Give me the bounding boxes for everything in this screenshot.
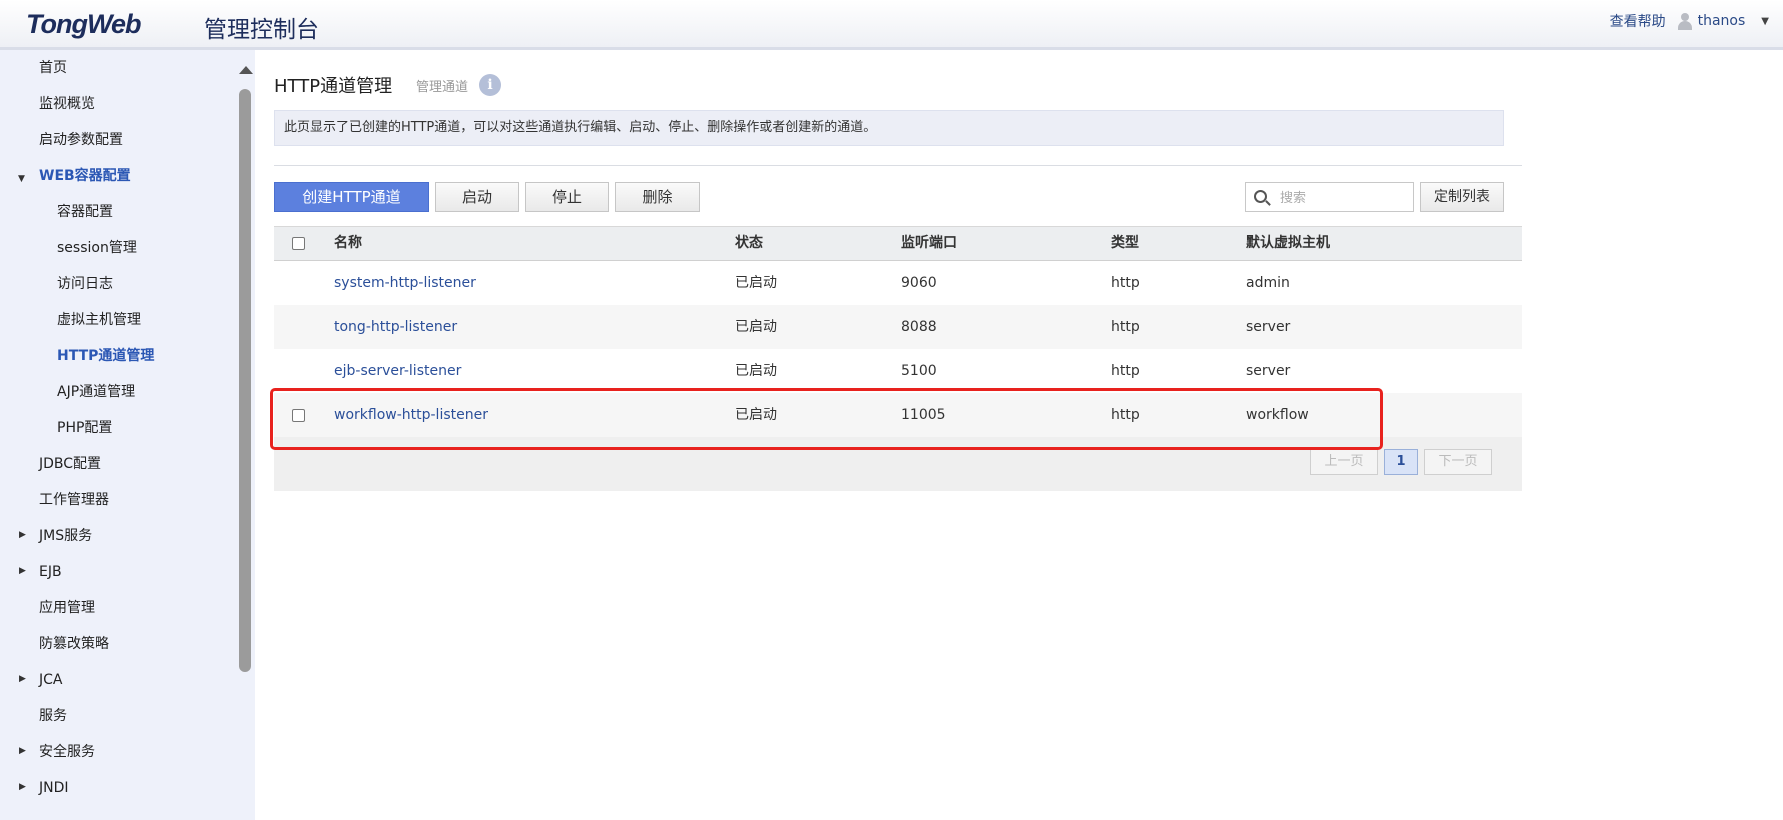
sidebar-item-services[interactable]: 服务 (39, 698, 67, 734)
scrollbar-thumb[interactable] (239, 89, 251, 672)
row-port: 11005 (901, 407, 946, 423)
sidebar-item-virtual-host[interactable]: 虚拟主机管理 (57, 302, 141, 338)
create-http-channel-button[interactable]: 创建HTTP通道 (274, 182, 429, 212)
sidebar-item-home[interactable]: 首页 (39, 50, 67, 86)
row-status: 已启动 (735, 363, 777, 379)
collapsed-arrow-icon[interactable]: ▶ (19, 746, 26, 756)
pagination: 上一页 1 下一页 (274, 437, 1522, 491)
sidebar-item-access-log[interactable]: 访问日志 (57, 266, 113, 302)
row-vhost: server (1246, 363, 1291, 379)
header-name[interactable]: 名称 (334, 227, 362, 260)
row-name-link[interactable]: system-http-listener (334, 261, 476, 305)
stop-button[interactable]: 停止 (525, 182, 609, 212)
table-header: 名称 状态 监听端口 类型 默认虚拟主机 (274, 226, 1522, 261)
row-port: 5100 (901, 363, 937, 379)
row-vhost: admin (1246, 275, 1290, 291)
row-type: http (1111, 319, 1140, 335)
delete-button[interactable]: 删除 (615, 182, 700, 212)
table-row[interactable]: workflow-http-listener 已启动 11005 http wo… (274, 393, 1522, 437)
sidebar-item-session[interactable]: session管理 (57, 230, 137, 266)
sidebar-item-container-config[interactable]: 容器配置 (57, 194, 113, 230)
sidebar-item-jms[interactable]: JMS服务 (39, 518, 92, 554)
app-header: TongWeb 管理控制台 查看帮助 thanos ▼ (0, 0, 1783, 50)
user-icon (1676, 12, 1694, 30)
row-status: 已启动 (735, 407, 777, 423)
row-checkbox[interactable] (292, 409, 305, 422)
sidebar-item-startup-params[interactable]: 启动参数配置 (39, 122, 123, 158)
start-button[interactable]: 启动 (435, 182, 519, 212)
search-icon (1254, 190, 1267, 203)
username: thanos (1697, 13, 1746, 29)
row-type: http (1111, 363, 1140, 379)
user-menu[interactable]: thanos ▼ (1676, 12, 1769, 30)
customize-columns-button[interactable]: 定制列表 (1420, 182, 1504, 212)
header-type[interactable]: 类型 (1111, 227, 1139, 260)
row-name-link[interactable]: ejb-server-listener (334, 349, 461, 393)
table-row[interactable]: system-http-listener 已启动 9060 http admin (274, 261, 1522, 305)
sidebar-item-http-channel[interactable]: HTTP通道管理 (57, 338, 154, 374)
page-subtitle: 管理通道 (416, 80, 469, 95)
expanded-arrow-icon[interactable]: ▼ (18, 174, 25, 184)
sidebar-item-work-manager[interactable]: 工作管理器 (39, 482, 109, 518)
sidebar-item-app-management[interactable]: 应用管理 (39, 590, 95, 626)
sidebar-item-monitor[interactable]: 监视概览 (39, 86, 95, 122)
header-port[interactable]: 监听端口 (901, 227, 957, 260)
sidebar-item-jca[interactable]: JCA (39, 662, 62, 698)
sidebar-item-tamper-policy[interactable]: 防篡改策略 (39, 626, 109, 662)
row-status: 已启动 (735, 319, 777, 335)
collapsed-arrow-icon[interactable]: ▶ (19, 674, 26, 684)
collapsed-arrow-icon[interactable]: ▶ (19, 782, 26, 792)
sidebar-item-security[interactable]: 安全服务 (39, 734, 95, 770)
select-all-checkbox[interactable] (292, 237, 305, 250)
table-row[interactable]: ejb-server-listener 已启动 5100 http server (274, 349, 1522, 393)
header-vhost[interactable]: 默认虚拟主机 (1246, 227, 1330, 260)
http-channel-table: 名称 状态 监听端口 类型 默认虚拟主机 system-http-listene… (274, 226, 1522, 491)
row-type: http (1111, 407, 1140, 423)
sidebar-item-ejb[interactable]: EJB (39, 554, 62, 590)
next-page-button[interactable]: 下一页 (1424, 449, 1492, 475)
app-subtitle: 管理控制台 (204, 17, 319, 43)
search-input[interactable] (1278, 187, 1407, 209)
caret-down-icon[interactable]: ▼ (1761, 16, 1769, 27)
header-status[interactable]: 状态 (735, 227, 763, 260)
sidebar-item-php[interactable]: PHP配置 (57, 410, 112, 446)
header-actions: 查看帮助 thanos ▼ (1610, 11, 1769, 31)
row-name-link[interactable]: tong-http-listener (334, 305, 457, 349)
logo: TongWeb (26, 9, 141, 39)
sidebar-item-jdbc[interactable]: JDBC配置 (39, 446, 101, 482)
table-row[interactable]: tong-http-listener 已启动 8088 http server (274, 305, 1522, 349)
scroll-up-arrow-icon[interactable] (239, 66, 253, 74)
sidebar-nav: 首页 监视概览 启动参数配置 ▼ WEB容器配置 容器配置 session管理 … (0, 50, 233, 820)
row-name-link[interactable]: workflow-http-listener (334, 393, 488, 437)
page-number-button[interactable]: 1 (1384, 449, 1418, 475)
sidebar-item-ajp-channel[interactable]: AJP通道管理 (57, 374, 135, 410)
info-icon[interactable]: i (479, 74, 501, 96)
row-vhost: workflow (1246, 407, 1309, 423)
page-description: 此页显示了已创建的HTTP通道，可以对这些通道执行编辑、启动、停止、删除操作或者… (274, 110, 1504, 146)
row-vhost: server (1246, 319, 1291, 335)
page-title: HTTP通道管理 (274, 76, 393, 97)
sidebar-item-web-container[interactable]: WEB容器配置 (39, 158, 131, 194)
help-link[interactable]: 查看帮助 (1610, 11, 1666, 31)
row-type: http (1111, 275, 1140, 291)
collapsed-arrow-icon[interactable]: ▶ (19, 530, 26, 540)
collapsed-arrow-icon[interactable]: ▶ (19, 566, 26, 576)
row-port: 8088 (901, 319, 937, 335)
prev-page-button[interactable]: 上一页 (1310, 449, 1378, 475)
search-box (1245, 182, 1414, 212)
sidebar-item-jndi[interactable]: JNDI (39, 770, 69, 806)
row-status: 已启动 (735, 275, 777, 291)
row-port: 9060 (901, 275, 937, 291)
divider (274, 165, 1522, 166)
